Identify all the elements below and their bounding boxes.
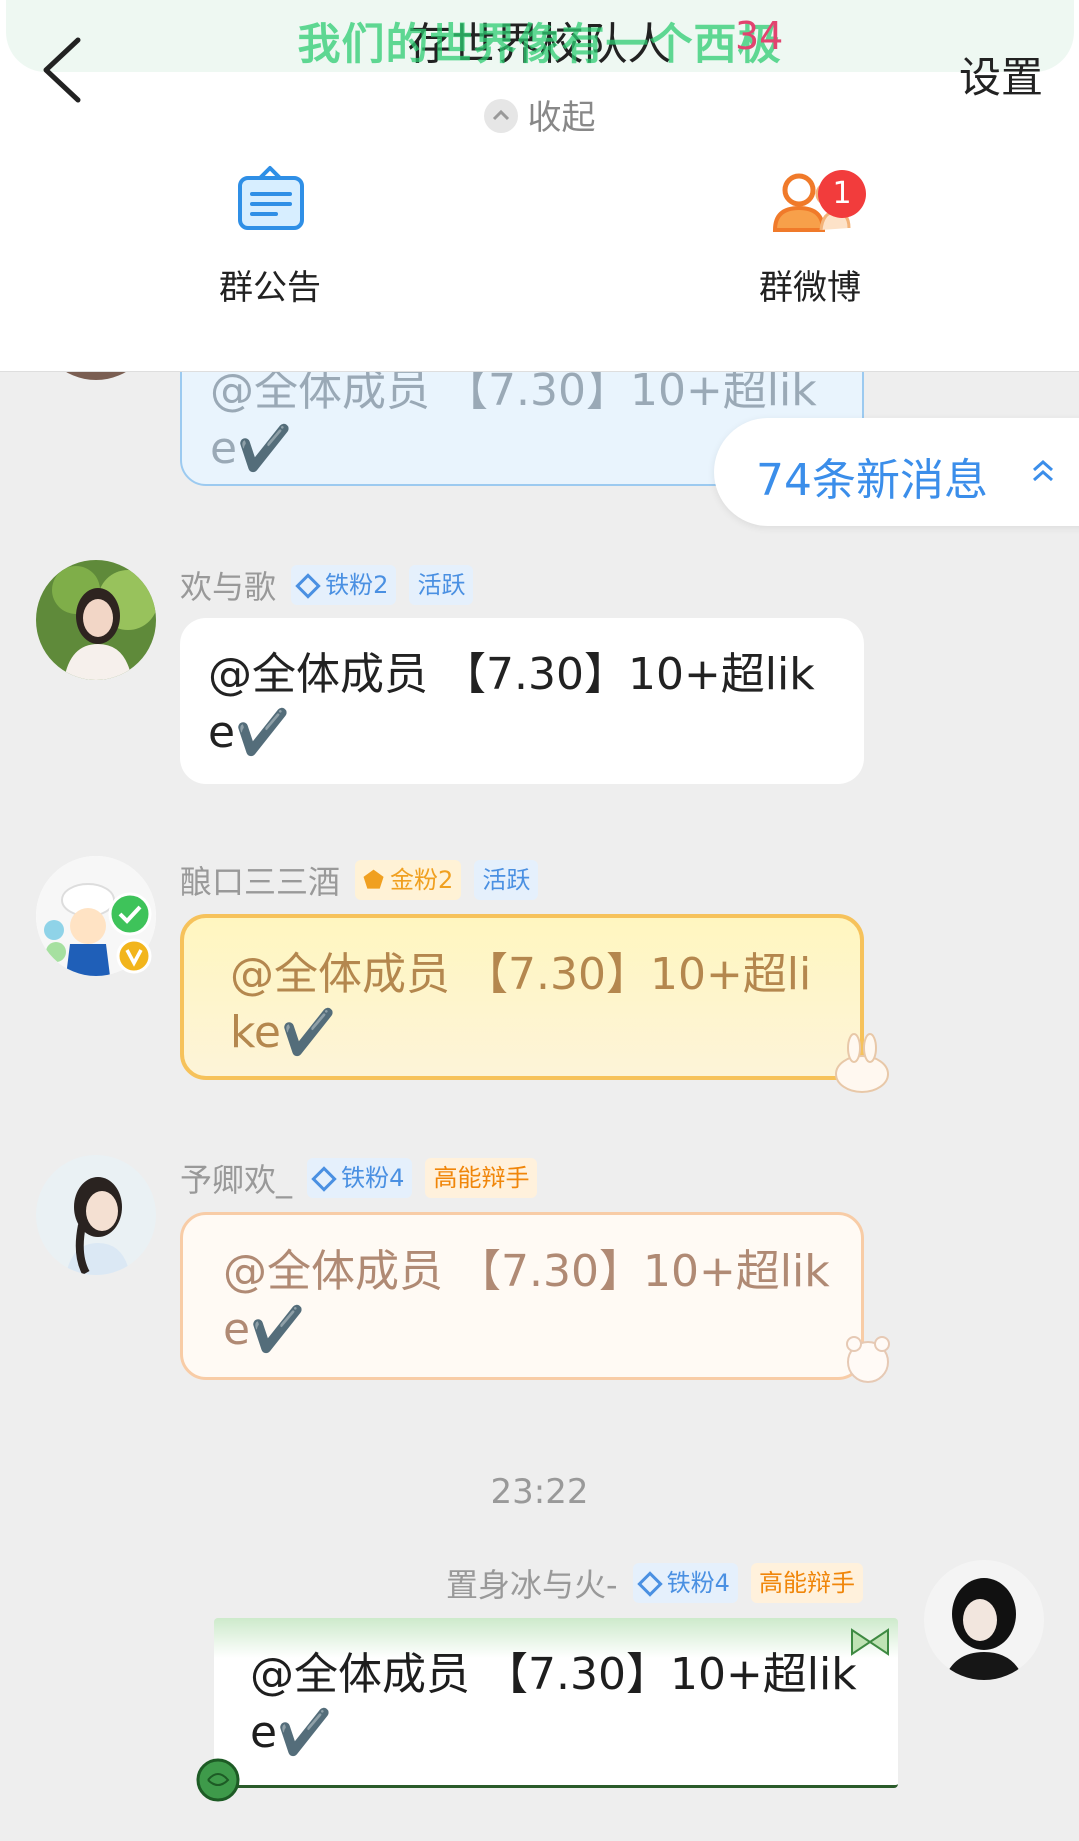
sender-name[interactable]: 酿口三三酒 bbox=[180, 863, 340, 901]
marquee-text: 我们的世界像有一个西极 bbox=[297, 20, 782, 70]
fan-level-label: 金粉2 bbox=[389, 866, 454, 894]
avatar-image bbox=[36, 1155, 156, 1275]
message-bubble[interactable]: @全体成员 【7.30】10+超like✔️ bbox=[180, 1212, 864, 1380]
message-timestamp: 23:22 bbox=[490, 1472, 589, 1512]
tool-label: 群微博 bbox=[759, 268, 861, 308]
message-text: @全体成员 【7.30】10+超like✔️ bbox=[208, 649, 815, 758]
message-text: @全体成员 【7.30】10+超like✔️ bbox=[230, 949, 812, 1058]
title-tag[interactable]: 活跃 bbox=[474, 860, 539, 900]
bear-sticker-icon bbox=[846, 1336, 890, 1383]
fan-level-tag[interactable]: 铁粉2 bbox=[291, 565, 397, 605]
fan-level-label: 铁粉4 bbox=[666, 1569, 730, 1597]
diamond-icon bbox=[295, 573, 321, 599]
message-bubble[interactable]: @全体成员 【7.30】10+超like✔️ bbox=[180, 618, 864, 784]
group-weibo-button[interactable]: 1 群微博 bbox=[710, 160, 910, 309]
collapse-button[interactable]: 收起 bbox=[0, 90, 1079, 139]
fan-level-label: 铁粉4 bbox=[341, 1164, 405, 1192]
sender-name[interactable]: 置身冰与火- bbox=[446, 1566, 618, 1604]
sender-row: 欢与歌 铁粉2 活跃 bbox=[180, 562, 481, 606]
message-bubble[interactable]: @全体成员 【7.30】10+超like✔️ bbox=[180, 914, 864, 1080]
message-text: @全体成员 【7.30】10+超like✔️ bbox=[223, 1246, 830, 1355]
message-text: @全体成员 【7.30】10+超like✔️ bbox=[250, 1649, 857, 1758]
verified-check-icon bbox=[108, 892, 152, 936]
diamond-icon bbox=[311, 1166, 337, 1192]
my-avatar[interactable] bbox=[924, 1560, 1044, 1680]
avatar[interactable] bbox=[36, 1155, 156, 1275]
fan-level-tag[interactable]: 铁粉4 bbox=[307, 1158, 413, 1198]
title-tag[interactable]: 高能辩手 bbox=[425, 1158, 538, 1198]
bunny-sticker-icon bbox=[835, 1033, 889, 1093]
rose-sticker-icon bbox=[196, 1758, 240, 1802]
sender-name[interactable]: 予卿欢_ bbox=[180, 1161, 292, 1199]
new-messages-button[interactable]: 74条新消息 bbox=[714, 418, 1079, 526]
member-count: 34 bbox=[735, 14, 784, 58]
fan-level-label: 铁粉2 bbox=[325, 571, 389, 599]
announcement-icon bbox=[238, 166, 304, 230]
unread-badge: 1 bbox=[818, 170, 866, 218]
chat-header: 存世界校队人 我们的世界像有一个西极 34 设置 收起 群公告 1 群微博 bbox=[0, 0, 1079, 372]
my-message-bubble[interactable]: @全体成员 【7.30】10+超like✔️ bbox=[214, 1618, 898, 1788]
title-tag[interactable]: 高能辩手 bbox=[751, 1563, 864, 1603]
avatar-image bbox=[36, 560, 156, 680]
chevron-up-double-icon bbox=[1033, 459, 1053, 482]
chevron-up-icon bbox=[483, 98, 518, 133]
fan-level-tag[interactable]: 铁粉4 bbox=[632, 1563, 738, 1603]
vip-badge-icon bbox=[116, 938, 152, 974]
new-messages-label: 74条新消息 bbox=[756, 455, 988, 506]
title-tag[interactable]: 活跃 bbox=[409, 565, 474, 605]
fan-level-tag[interactable]: ⬟ 金粉2 bbox=[355, 860, 462, 900]
sender-row: 予卿欢_ 铁粉4 高能辩手 bbox=[180, 1155, 545, 1199]
avatar-image bbox=[924, 1560, 1044, 1680]
pentagon-icon: ⬟ bbox=[363, 866, 384, 894]
group-chat-screen: 存世界校队人 我们的世界像有一个西极 34 设置 收起 群公告 1 群微博 74… bbox=[0, 0, 1079, 1841]
sender-name[interactable]: 欢与歌 bbox=[180, 568, 276, 606]
group-announcement-button[interactable]: 群公告 bbox=[170, 160, 370, 309]
tool-label: 群公告 bbox=[219, 268, 321, 308]
bow-sticker-icon bbox=[851, 1628, 889, 1656]
avatar[interactable] bbox=[36, 560, 156, 680]
collapse-label: 收起 bbox=[527, 98, 596, 138]
sender-row: 酿口三三酒 ⬟ 金粉2 活跃 bbox=[180, 857, 546, 901]
sender-row: 置身冰与火- 铁粉4 高能辩手 bbox=[446, 1560, 871, 1604]
diamond-icon bbox=[636, 1571, 663, 1597]
